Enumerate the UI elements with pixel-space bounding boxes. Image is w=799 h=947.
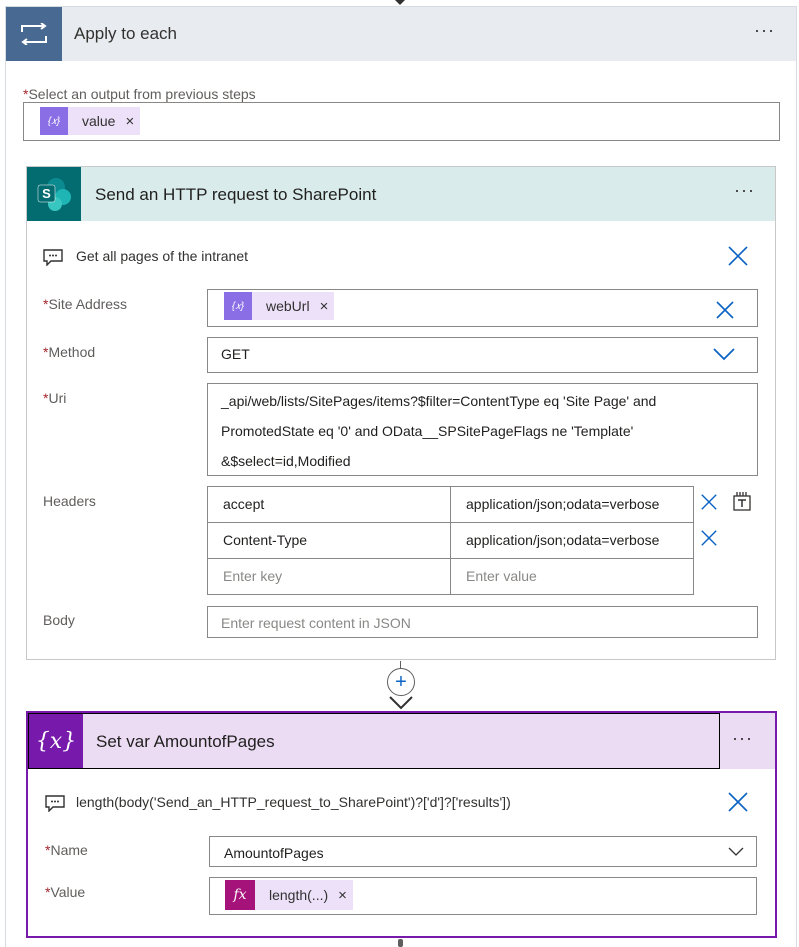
sharepoint-action-menu-button[interactable]: ··· [734,180,755,201]
body-placeholder: Enter request content in JSON [221,615,411,631]
token-remove-button[interactable]: × [320,298,329,315]
close-comment-icon[interactable] [728,246,748,266]
dynamic-content-icon: {𝑥} [40,107,68,135]
switch-to-text-mode-icon[interactable] [733,491,751,511]
method-value: GET [221,346,250,362]
method-dropdown[interactable] [207,337,758,373]
select-output-field[interactable]: {𝑥} value × [23,102,780,141]
chevron-down-icon[interactable] [728,847,744,857]
token-remove-button[interactable]: × [338,887,347,904]
chevron-down-icon[interactable] [713,347,735,361]
header-value-placeholder: Enter value [466,568,537,584]
connector-line [398,939,403,947]
value-label-text: Value [50,884,86,900]
webUrl-token[interactable]: {𝑥} webUrl × [224,292,335,320]
fx-icon: fx [225,880,255,910]
set-variable-menu-button[interactable]: ··· [732,728,753,749]
select-output-label-text: Select an output from previous steps [28,86,256,102]
close-comment-icon[interactable] [728,792,748,812]
comment-icon [43,249,63,266]
value-label: *Value [45,884,85,900]
remove-header-icon[interactable] [700,493,718,511]
variable-name-value: AmountofPages [224,845,324,861]
sharepoint-action-title: Send an HTTP request to SharePoint [95,185,377,204]
header-key: Content-Type [223,532,308,548]
method-label-text: Method [48,344,96,360]
header-value: application/json;odata=verbose [466,496,660,512]
token-label: webUrl [266,298,310,314]
dynamic-content-token[interactable]: {𝑥} value × [40,107,141,135]
header-key-placeholder: Enter key [223,568,283,584]
set-variable-comment-text[interactable]: length(body('Send_an_HTTP_request_to_Sha… [76,794,511,810]
variable-icon: {x} [29,714,83,768]
comment-icon [45,795,65,812]
token-remove-button[interactable]: × [125,113,134,130]
loop-icon [6,7,62,61]
header-key: accept [223,496,265,512]
dynamic-content-icon: {𝑥} [224,292,252,320]
name-label: *Name [45,842,88,858]
set-variable-title: Set var AmountofPages [96,732,275,751]
add-step-button[interactable]: + [387,668,415,696]
sharepoint-icon: S [27,167,81,221]
site-address-label: *Site Address [43,296,127,312]
uri-line: _api/web/lists/SitePages/items?$filter=C… [221,393,657,409]
sharepoint-comment-text[interactable]: Get all pages of the intranet [76,248,248,264]
site-address-label-text: Site Address [48,296,128,312]
uri-label-text: Uri [48,390,67,406]
select-output-label: *Select an output from previous steps [23,86,256,102]
remove-header-icon[interactable] [700,529,718,547]
uri-line: &$select=id,Modified [221,453,351,469]
connector-arrow-down [389,696,413,710]
apply-to-each-menu-button[interactable]: ··· [754,20,775,41]
uri-line: PromotedState eq '0' and OData__SPSitePa… [221,423,634,439]
apply-to-each-title: Apply to each [74,24,178,43]
name-label-text: Name [50,842,88,858]
token-label: value [82,113,116,129]
header-value: application/json;odata=verbose [466,532,660,548]
uri-label: *Uri [43,390,66,406]
expression-token[interactable]: fx length(...) × [225,880,353,910]
svg-text:S: S [42,186,51,201]
clear-site-address-icon[interactable] [715,300,735,320]
method-label: *Method [43,344,95,360]
body-label: Body [43,612,75,628]
headers-label: Headers [43,493,96,509]
token-label: length(...) [269,887,329,903]
